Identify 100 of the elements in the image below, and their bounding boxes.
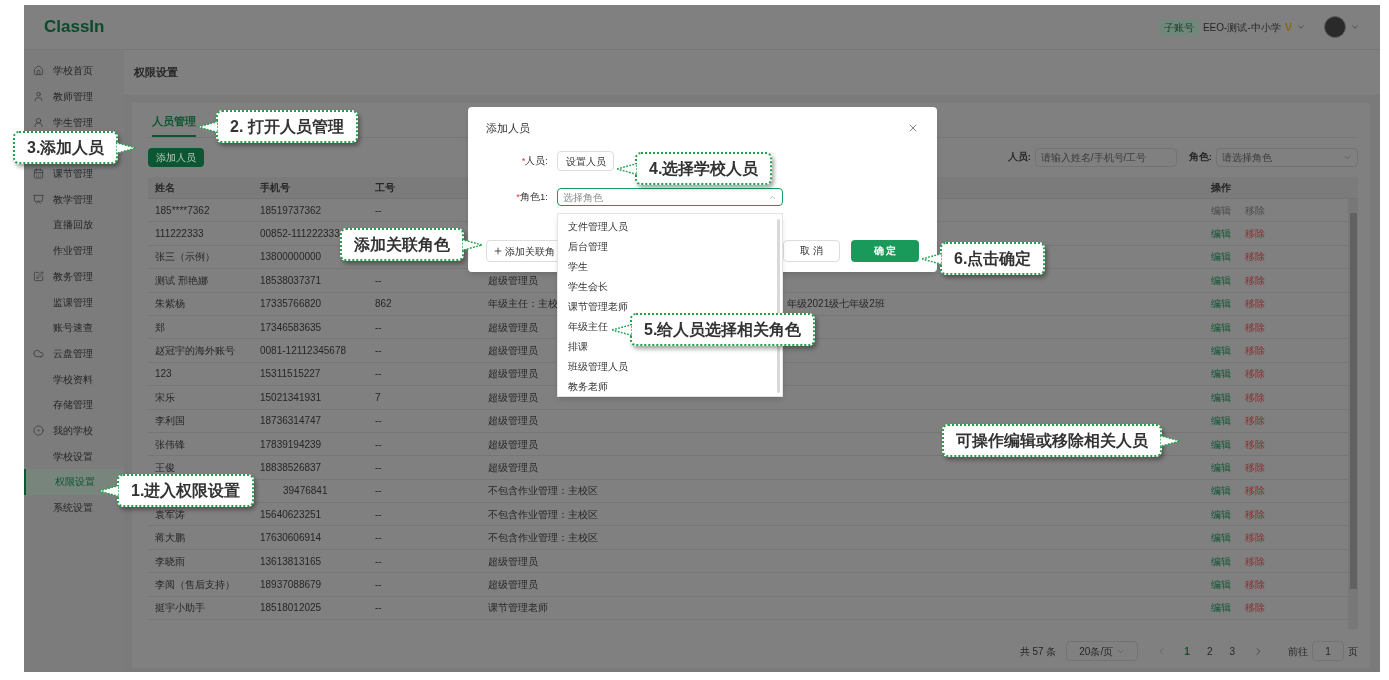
sidebar-item[interactable]: 学校设置 <box>24 443 124 469</box>
table-cell-text: 宋乐 <box>155 390 175 405</box>
sidebar-item[interactable]: 直播回放 <box>24 212 124 238</box>
callout-bubble: 1.进入权限设置 <box>117 474 255 507</box>
edit-link[interactable]: 编辑 <box>1211 296 1231 312</box>
table-cell-text: 超级管理员 <box>488 273 538 288</box>
edit-link[interactable]: 编辑 <box>1211 366 1231 382</box>
edit-link[interactable]: 编辑 <box>1211 249 1231 265</box>
remove-link[interactable]: 移除 <box>1245 483 1265 499</box>
edit-link[interactable]: 编辑 <box>1211 343 1231 359</box>
page-size-select[interactable]: 20条/页 <box>1066 641 1139 661</box>
sidebar-item[interactable]: 教师管理 <box>24 83 124 110</box>
remove-link[interactable]: 移除 <box>1245 319 1265 335</box>
table-cell-text: -- <box>375 414 382 429</box>
role-select[interactable]: 选择角色 <box>557 188 783 206</box>
dropdown-option[interactable]: 班级管理人员 <box>566 356 630 376</box>
sidebar-item[interactable]: 我的学校 <box>24 417 124 444</box>
remove-link[interactable]: 移除 <box>1245 576 1265 592</box>
edit-link[interactable]: 编辑 <box>1211 389 1231 405</box>
remove-link[interactable]: 移除 <box>1245 553 1265 569</box>
table-cell-text: 赵冠宇的海外账号 <box>155 344 235 359</box>
edit-link[interactable]: 编辑 <box>1211 460 1231 475</box>
table-cell-text: 超级管理员 <box>488 367 538 382</box>
table-cell-text: 18838526837 <box>260 461 322 475</box>
confirm-button[interactable]: 确 定 <box>851 240 919 262</box>
table-cell-text: 超级管理员 <box>488 461 538 475</box>
table-cell-text: 39476841 <box>283 484 328 499</box>
page-number[interactable]: 3 <box>1229 643 1235 659</box>
remove-link[interactable]: 移除 <box>1245 249 1265 265</box>
search-field[interactable]: 请输入姓名/手机号/工号 <box>1034 148 1177 167</box>
table-cell-text: -- <box>375 367 382 382</box>
edit-link[interactable]: 编辑 <box>1211 413 1231 429</box>
dropdown-option[interactable]: 排课 <box>566 336 590 356</box>
table-cell-text: 13613813165 <box>260 554 322 569</box>
scrollbar[interactable] <box>1348 199 1358 629</box>
dropdown-option[interactable]: 学生会长 <box>566 276 610 296</box>
filter-label: 角色: <box>1188 150 1212 165</box>
table-cell-text: 18518012025 <box>260 601 322 616</box>
sidebar-item[interactable]: 教务管理 <box>24 263 124 290</box>
page-input[interactable]: 1 <box>1312 641 1344 661</box>
dropdown-option[interactable]: 年级主任 <box>566 316 610 336</box>
table-cell-text: 朱紫杨 <box>155 297 185 312</box>
remove-link[interactable]: 移除 <box>1245 296 1265 312</box>
edit-link[interactable]: 编辑 <box>1211 553 1231 569</box>
close-icon[interactable] <box>907 122 919 134</box>
edit-link[interactable]: 编辑 <box>1211 436 1231 452</box>
table-cell-text: 年级主任：主校 <box>488 297 558 312</box>
dropdown-option[interactable]: 文件管理人员 <box>566 216 630 236</box>
chevron-down-icon[interactable] <box>1350 22 1360 32</box>
dropdown-option[interactable]: 教务老师 <box>566 376 610 396</box>
table-cell-text: 李晓雨 <box>155 554 185 569</box>
add-person-button[interactable]: 添加人员 <box>148 148 204 167</box>
sidebar-item[interactable]: 作业管理 <box>24 237 124 264</box>
tab[interactable]: 人员管理 <box>152 112 196 137</box>
remove-link[interactable]: 移除 <box>1245 530 1265 546</box>
sidebar-item[interactable]: 存储管理 <box>24 391 124 418</box>
remove-link[interactable]: 移除 <box>1245 460 1265 475</box>
sidebar-item[interactable]: 教学管理 <box>24 186 124 213</box>
avatar[interactable] <box>1324 16 1346 38</box>
table-cell-text: -- <box>375 554 382 569</box>
dropdown-option[interactable]: 课节管理老师 <box>566 296 630 316</box>
remove-link[interactable]: 移除 <box>1245 389 1265 405</box>
edit-link[interactable]: 编辑 <box>1211 319 1231 335</box>
sidebar-item[interactable]: 学校资料 <box>24 366 124 392</box>
set-person-button[interactable]: 设置人员 <box>557 151 614 171</box>
role-select[interactable]: 请选择角色 <box>1216 148 1358 167</box>
table-cell-text: 15640623251 <box>260 507 322 522</box>
table-cell-text: 185****7362 <box>155 203 210 218</box>
edit-link[interactable]: 编辑 <box>1211 576 1231 592</box>
plus-icon <box>493 246 503 256</box>
page-number[interactable]: 2 <box>1206 643 1213 659</box>
edit-link[interactable]: 编辑 <box>1211 600 1231 616</box>
remove-link[interactable]: 移除 <box>1245 343 1265 359</box>
pointer-icon <box>198 119 218 134</box>
logo: ClassIn <box>44 16 105 39</box>
chevron-down-icon <box>1343 153 1352 162</box>
remove-link[interactable]: 移除 <box>1245 600 1265 616</box>
remove-link[interactable]: 移除 <box>1245 366 1265 382</box>
edit-link[interactable]: 编辑 <box>1211 506 1231 522</box>
edit-link[interactable]: 编辑 <box>1211 226 1231 242</box>
table-cell-text: 7 <box>375 390 381 405</box>
sidebar-item[interactable]: 权限设置 <box>24 469 124 495</box>
remove-link[interactable]: 移除 <box>1245 506 1265 522</box>
page-number[interactable]: 1 <box>1184 643 1190 659</box>
sidebar-item[interactable]: 云盘管理 <box>24 340 124 367</box>
edit-link[interactable]: 编辑 <box>1211 483 1231 499</box>
goto-label: 前往 <box>1288 644 1308 659</box>
table-cell-text: 李阅（售后支持） <box>155 577 235 592</box>
remove-link[interactable]: 移除 <box>1245 413 1265 429</box>
remove-link[interactable]: 移除 <box>1245 436 1265 452</box>
sidebar-item[interactable]: 学校首页 <box>24 58 124 84</box>
table-cell-text: 李利国 <box>155 414 185 429</box>
table-cell-text: -- <box>375 484 382 499</box>
edit-link[interactable]: 编辑 <box>1211 272 1231 288</box>
sidebar-item[interactable]: 账号速查 <box>24 314 124 341</box>
sidebar-item[interactable]: 监课管理 <box>24 289 124 315</box>
edit-link[interactable]: 编辑 <box>1211 530 1231 546</box>
chevron-down-icon[interactable] <box>1296 22 1306 32</box>
remove-link[interactable]: 移除 <box>1245 226 1265 242</box>
remove-link[interactable]: 移除 <box>1245 272 1265 288</box>
